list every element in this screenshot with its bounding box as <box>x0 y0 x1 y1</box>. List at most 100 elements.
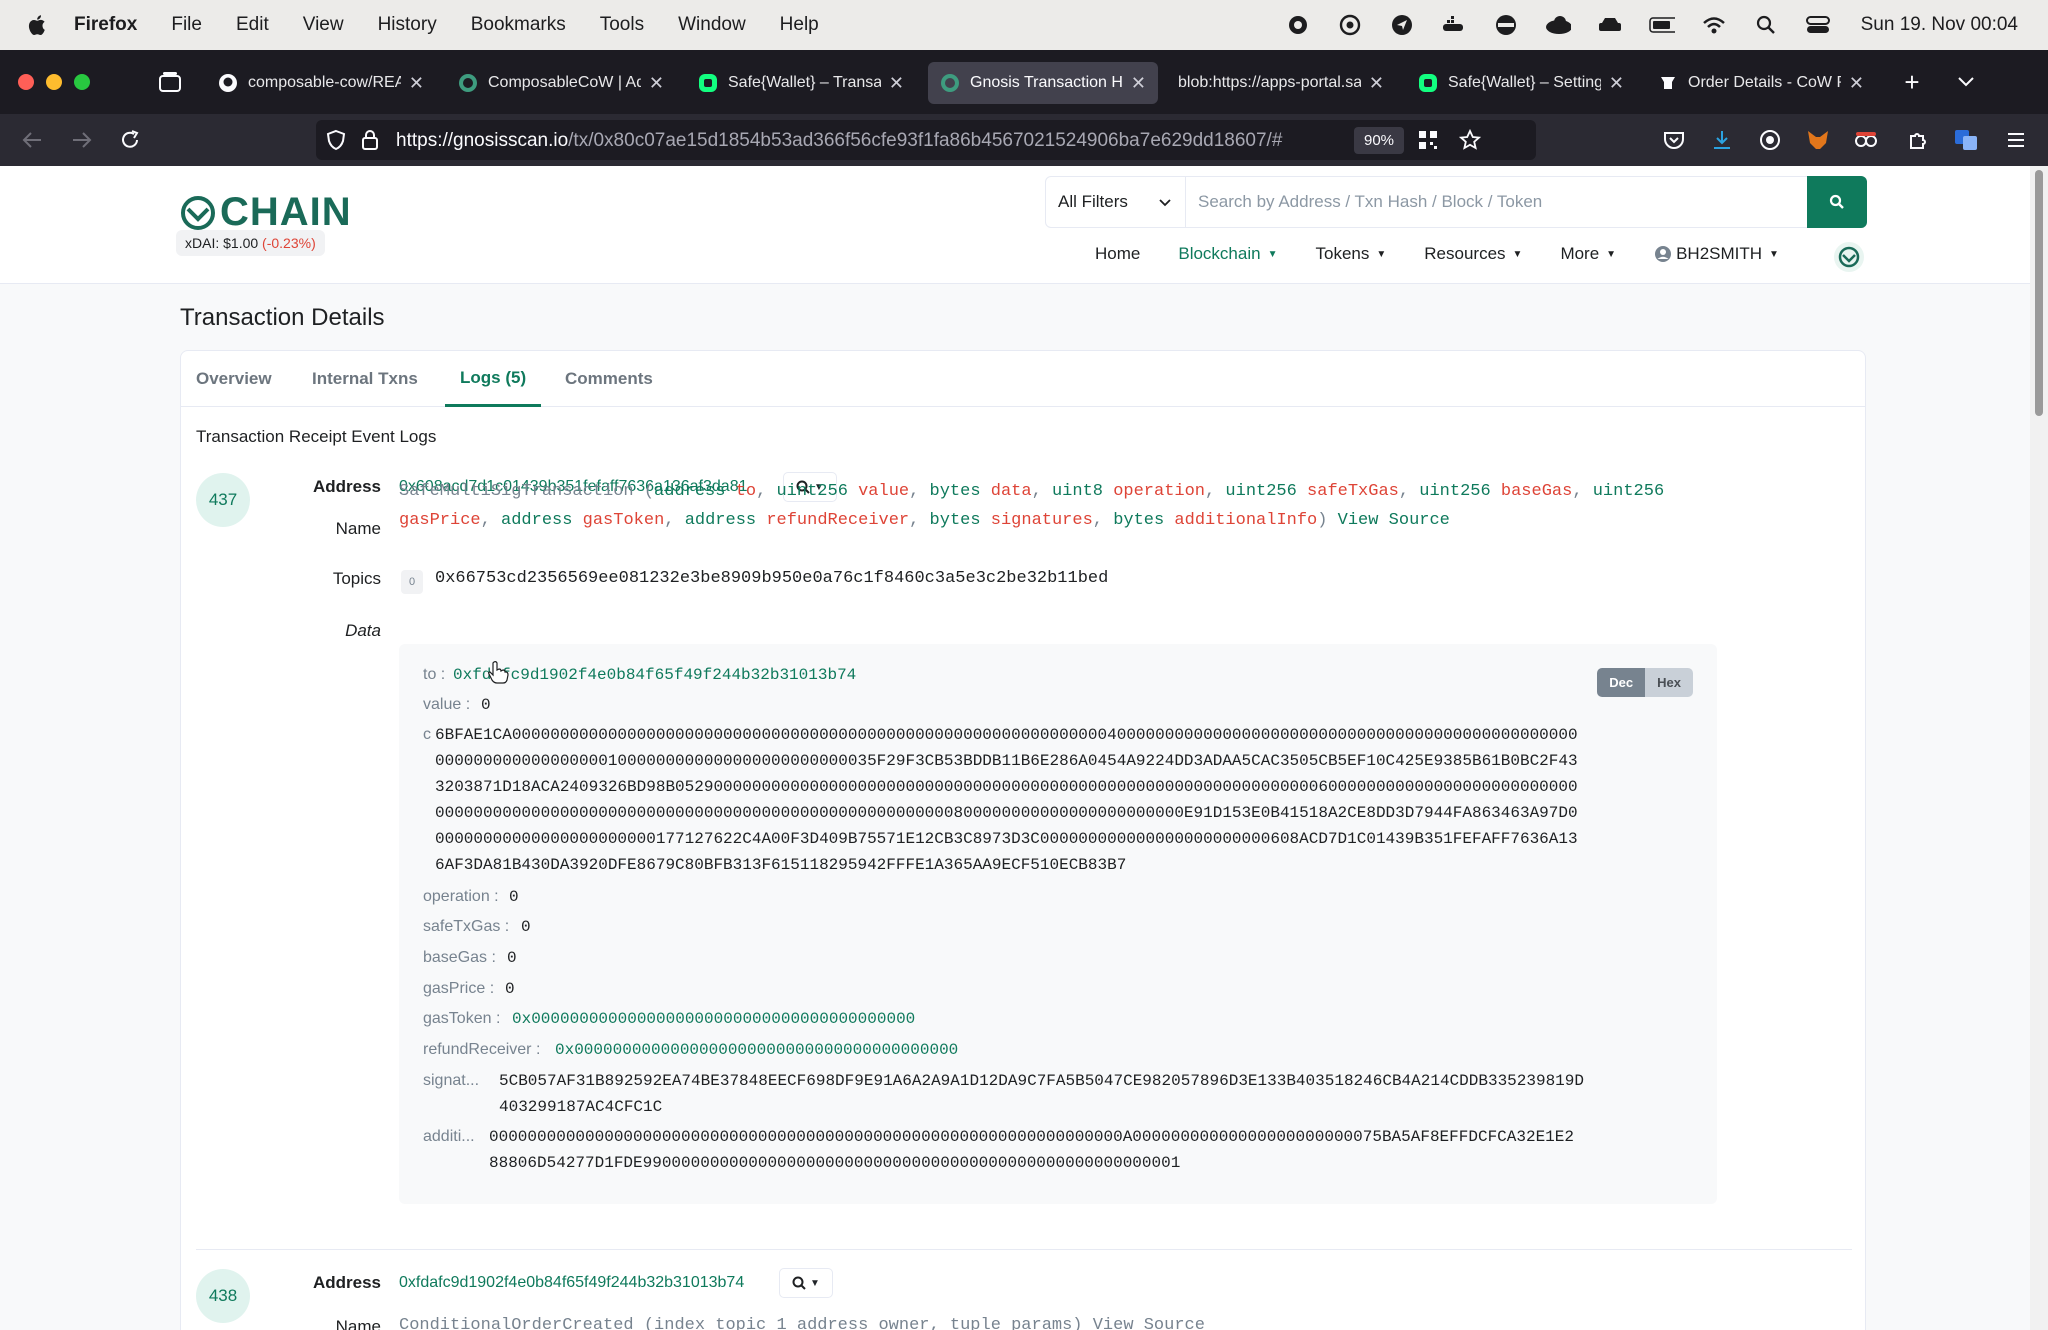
new-tab-icon[interactable]: + <box>1898 67 1926 97</box>
dec-button[interactable]: Dec <box>1597 668 1646 697</box>
menu-bookmarks[interactable]: Bookmarks <box>471 14 566 36</box>
firefox-view-icon[interactable] <box>156 68 184 96</box>
zoom-level-button[interactable]: 90% <box>1354 127 1405 154</box>
close-tab-icon[interactable]: ✕ <box>1609 73 1624 94</box>
xdai-price[interactable]: xDAI: $1.00 (-0.23%) <box>176 230 325 256</box>
nav-user-account[interactable]: BH2SMITH ▼ <box>1654 244 1779 264</box>
menu-window[interactable]: Window <box>678 14 746 36</box>
close-tab-icon[interactable]: ✕ <box>1131 73 1146 94</box>
tab-comments[interactable]: Comments <box>565 351 653 407</box>
menu-view[interactable]: View <box>303 14 344 36</box>
car-icon[interactable] <box>1597 14 1623 36</box>
param-name: safeTxGas <box>1307 482 1399 501</box>
back-icon[interactable] <box>18 126 46 154</box>
param-name: to <box>735 482 757 501</box>
battery-icon[interactable] <box>1648 14 1675 36</box>
extensions-puzzle-icon[interactable] <box>1904 126 1932 154</box>
close-tab-icon[interactable]: ✕ <box>649 73 664 94</box>
close-tab-icon[interactable]: ✕ <box>1849 73 1864 94</box>
field-safetxgas-value: 0 <box>521 918 531 936</box>
close-tab-icon[interactable]: ✕ <box>889 73 904 94</box>
tab-internal-txns[interactable]: Internal Txns <box>312 351 418 407</box>
menu-file[interactable]: File <box>171 14 202 36</box>
translate-icon[interactable] <box>1952 126 1980 154</box>
search-input[interactable] <box>1198 177 1798 227</box>
vpn-icon[interactable] <box>1493 14 1519 36</box>
maximize-window-button[interactable] <box>74 74 90 90</box>
minimize-window-button[interactable] <box>46 74 62 90</box>
lock-icon[interactable] <box>356 126 384 154</box>
nav-resources[interactable]: Resources ▼ <box>1424 244 1522 264</box>
navigation-icon[interactable] <box>1389 14 1415 36</box>
apple-logo-icon[interactable] <box>26 13 50 37</box>
forward-icon[interactable] <box>68 126 96 154</box>
search-icon <box>1829 194 1844 209</box>
nav-home[interactable]: Home <box>1095 244 1140 264</box>
control-center-icon[interactable] <box>1805 14 1831 36</box>
app-menu-icon[interactable] <box>2002 126 2030 154</box>
metamask-icon[interactable] <box>1804 126 1832 154</box>
url-text[interactable]: https://gnosisscan.io/tx/0x80c07ae15d185… <box>396 130 1346 152</box>
tracking-protection-shield-icon[interactable] <box>322 126 350 154</box>
address-options-button[interactable]: ▼ <box>779 1268 833 1298</box>
filter-dropdown[interactable]: All Filters <box>1046 177 1186 227</box>
nav-more[interactable]: More ▼ <box>1560 244 1616 264</box>
nav-blockchain[interactable]: Blockchain ▼ <box>1178 244 1277 264</box>
param-name: additionalInfo <box>1174 511 1318 530</box>
downloads-icon[interactable] <box>1708 126 1736 154</box>
record-icon[interactable] <box>1285 14 1311 36</box>
log-separator <box>196 1249 1852 1250</box>
url-bar[interactable]: https://gnosisscan.io/tx/0x80c07ae15d185… <box>316 120 1536 160</box>
scrollbar-thumb[interactable] <box>2035 170 2043 416</box>
view-source-link[interactable]: View Source <box>1338 511 1450 530</box>
safe-icon <box>698 73 718 93</box>
close-tab-icon[interactable]: ✕ <box>409 73 424 94</box>
wifi-icon[interactable] <box>1701 14 1727 36</box>
field-to-value[interactable]: 0xfdafc9d1902f4e0b84f65f49f244b32b31013b… <box>453 662 856 688</box>
tab-composablecow[interactable]: ComposableCoW | Add ✕ <box>446 62 676 104</box>
bookmark-star-icon[interactable] <box>1456 126 1484 154</box>
tab-gnosis-transaction-hash[interactable]: Gnosis Transaction Ha ✕ <box>928 62 1158 104</box>
tab-cow-order-details[interactable]: Order Details - CoW P ✕ <box>1646 62 1876 104</box>
pocket-icon[interactable] <box>1660 126 1688 154</box>
field-gastoken-value[interactable]: 0x00000000000000000000000000000000000000… <box>512 1006 915 1032</box>
privacy-extension-icon[interactable] <box>1852 126 1880 154</box>
web-page: CHAIN xDAI: $1.00 (-0.23%) All Filters H… <box>0 166 2030 1330</box>
log-address-link[interactable]: 0xfdafc9d1902f4e0b84f65f49f244b32b31013b… <box>399 1274 744 1292</box>
close-window-button[interactable] <box>18 74 34 90</box>
tab-safe-wallet-settings[interactable]: Safe{Wallet} – Setting ✕ <box>1406 62 1636 104</box>
param-type: bytes <box>929 511 981 530</box>
tab-overview[interactable]: Overview <box>196 351 272 407</box>
url-host: https://gnosisscan.io <box>396 130 569 151</box>
close-tab-icon[interactable]: ✕ <box>1369 73 1384 94</box>
search-button[interactable] <box>1807 176 1867 228</box>
menu-edit[interactable]: Edit <box>236 14 269 36</box>
field-refundreceiver-value[interactable]: 0x00000000000000000000000000000000000000… <box>555 1037 958 1063</box>
network-switch-icon[interactable] <box>1834 242 1864 272</box>
decoded-data-box: Dec Hex to : 0xfdafc9d1902f4e0b84f65f49f… <box>399 644 1717 1204</box>
tab-logs[interactable]: Logs (5) <box>445 351 542 407</box>
menu-help[interactable]: Help <box>780 14 819 36</box>
tab-composable-cow-readme[interactable]: composable-cow/READ ✕ <box>206 62 436 104</box>
hex-button[interactable]: Hex <box>1645 668 1693 697</box>
cloud-check-icon[interactable] <box>1545 14 1571 36</box>
tab-safe-wallet-transactions[interactable]: Safe{Wallet} – Transac ✕ <box>686 62 916 104</box>
nav-tokens[interactable]: Tokens ▼ <box>1315 244 1386 264</box>
docker-icon[interactable] <box>1441 14 1467 36</box>
account-icon[interactable] <box>1756 126 1784 154</box>
site-logo[interactable]: CHAIN <box>180 190 352 235</box>
page-scrollbar[interactable] <box>2030 166 2048 1330</box>
qr-code-icon[interactable] <box>1414 126 1442 154</box>
list-all-tabs-icon[interactable] <box>1952 68 1980 96</box>
at-sign-icon[interactable] <box>1337 14 1363 36</box>
tab-blob-apps-portal[interactable]: blob:https://apps-portal.sa ✕ <box>1166 62 1396 104</box>
menu-clock[interactable]: Sun 19. Nov 00:04 <box>1861 14 2018 36</box>
field-value-label: value : <box>423 696 471 713</box>
search-bar: All Filters <box>1045 176 1867 228</box>
reload-icon[interactable] <box>116 126 144 154</box>
menu-app-firefox[interactable]: Firefox <box>74 14 137 36</box>
menu-history[interactable]: History <box>378 14 437 36</box>
menu-tools[interactable]: Tools <box>600 14 644 36</box>
spotlight-search-icon[interactable] <box>1753 14 1779 36</box>
param-name: data <box>990 482 1032 501</box>
